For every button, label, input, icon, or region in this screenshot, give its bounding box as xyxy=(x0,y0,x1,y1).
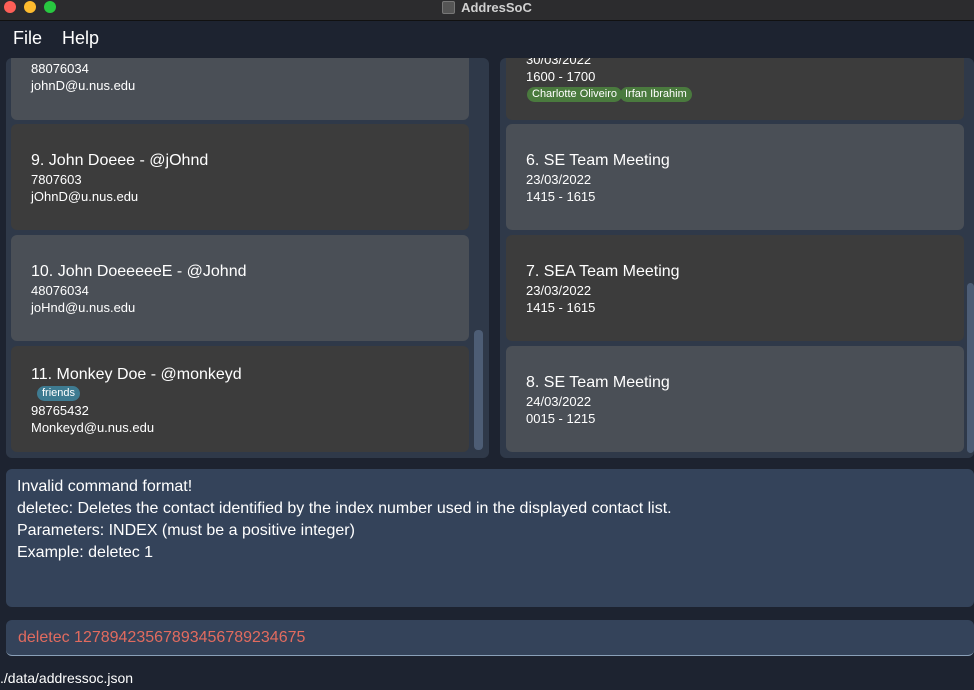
meeting-tag: Irfan Ibrahim xyxy=(620,87,692,102)
command-input[interactable] xyxy=(6,620,974,655)
contact-name: 10. John DoeeeeeE - @Johnd xyxy=(31,263,247,280)
contact-phone: 7807603 xyxy=(31,172,82,187)
meeting-date: 23/03/2022 xyxy=(526,283,592,298)
contact-name: 9. John Doeee - @jOhnd xyxy=(31,152,209,169)
meeting-time: 1415 - 1615 xyxy=(526,189,596,204)
command-box xyxy=(6,620,974,656)
contact-card[interactable]: 88076034 johnD@u.nus.edu xyxy=(11,58,469,120)
contact-name: 11. Monkey Doe - @monkeyd xyxy=(31,366,242,383)
contact-card[interactable]: 9. John Doeee - @jOhnd 7807603 jOhnD@u.n… xyxy=(11,124,469,230)
contact-list-panel[interactable]: 88076034 johnD@u.nus.edu 9. John Doeee -… xyxy=(6,58,489,458)
contact-list-scrollbar[interactable] xyxy=(474,330,483,450)
window-title-wrap: AddresSoC xyxy=(0,0,974,15)
app-icon xyxy=(442,1,456,14)
contact-email: Monkeyd@u.nus.edu xyxy=(31,420,155,435)
result-line: deletec: Deletes the contact identified … xyxy=(17,500,672,517)
meeting-date: 23/03/2022 xyxy=(526,172,592,187)
menu-file[interactable]: File xyxy=(13,28,42,49)
meeting-list-panel[interactable]: 30/03/2022 1600 - 1700 Charlotte Oliveir… xyxy=(500,58,974,458)
window-title: AddresSoC xyxy=(461,0,532,15)
result-line: Example: deletec 1 xyxy=(17,544,154,561)
menu-help[interactable]: Help xyxy=(62,28,99,49)
meeting-card[interactable]: 30/03/2022 1600 - 1700 Charlotte Oliveir… xyxy=(506,58,964,120)
meeting-name: 8. SE Team Meeting xyxy=(526,374,670,391)
meeting-time: 1415 - 1615 xyxy=(526,300,596,315)
contact-card[interactable]: 10. John DoeeeeeE - @Johnd 48076034 joHn… xyxy=(11,235,469,341)
contact-tag: friends xyxy=(37,386,81,401)
menu-bar: File Help xyxy=(0,21,974,55)
meeting-date: 24/03/2022 xyxy=(526,394,592,409)
contact-card[interactable]: 11. Monkey Doe - @monkeyd friends 987654… xyxy=(11,346,469,452)
title-bar: AddresSoC xyxy=(0,0,974,21)
contact-phone: 48076034 xyxy=(31,283,89,298)
status-bar: ./data/addressoc.json xyxy=(0,664,974,690)
meeting-card[interactable]: 7. SEA Team Meeting 23/03/2022 1415 - 16… xyxy=(506,235,964,341)
meeting-name: 7. SEA Team Meeting xyxy=(526,263,680,280)
contact-phone: 88076034 xyxy=(31,61,89,76)
contact-email: jOhnD@u.nus.edu xyxy=(31,189,139,204)
meeting-tag: Charlotte Oliveiro xyxy=(527,87,622,102)
result-line: Parameters: INDEX (must be a positive in… xyxy=(17,522,355,539)
meeting-card[interactable]: 6. SE Team Meeting 23/03/2022 1415 - 161… xyxy=(506,124,964,230)
result-display: Invalid command format! deletec: Deletes… xyxy=(6,469,974,607)
meeting-card[interactable]: 8. SE Team Meeting 24/03/2022 0015 - 121… xyxy=(506,346,964,452)
contact-email: johnD@u.nus.edu xyxy=(31,78,136,93)
meeting-date: 30/03/2022 xyxy=(526,58,592,67)
save-location: ./data/addressoc.json xyxy=(0,670,134,686)
meeting-list-scrollbar[interactable] xyxy=(967,283,974,453)
meeting-name: 6. SE Team Meeting xyxy=(526,152,670,169)
result-line: Invalid command format! xyxy=(17,478,193,495)
contact-phone: 98765432 xyxy=(31,403,89,418)
meeting-time: 0015 - 1215 xyxy=(526,411,596,426)
meeting-time: 1600 - 1700 xyxy=(526,69,596,84)
contact-email: joHnd@u.nus.edu xyxy=(31,300,136,315)
